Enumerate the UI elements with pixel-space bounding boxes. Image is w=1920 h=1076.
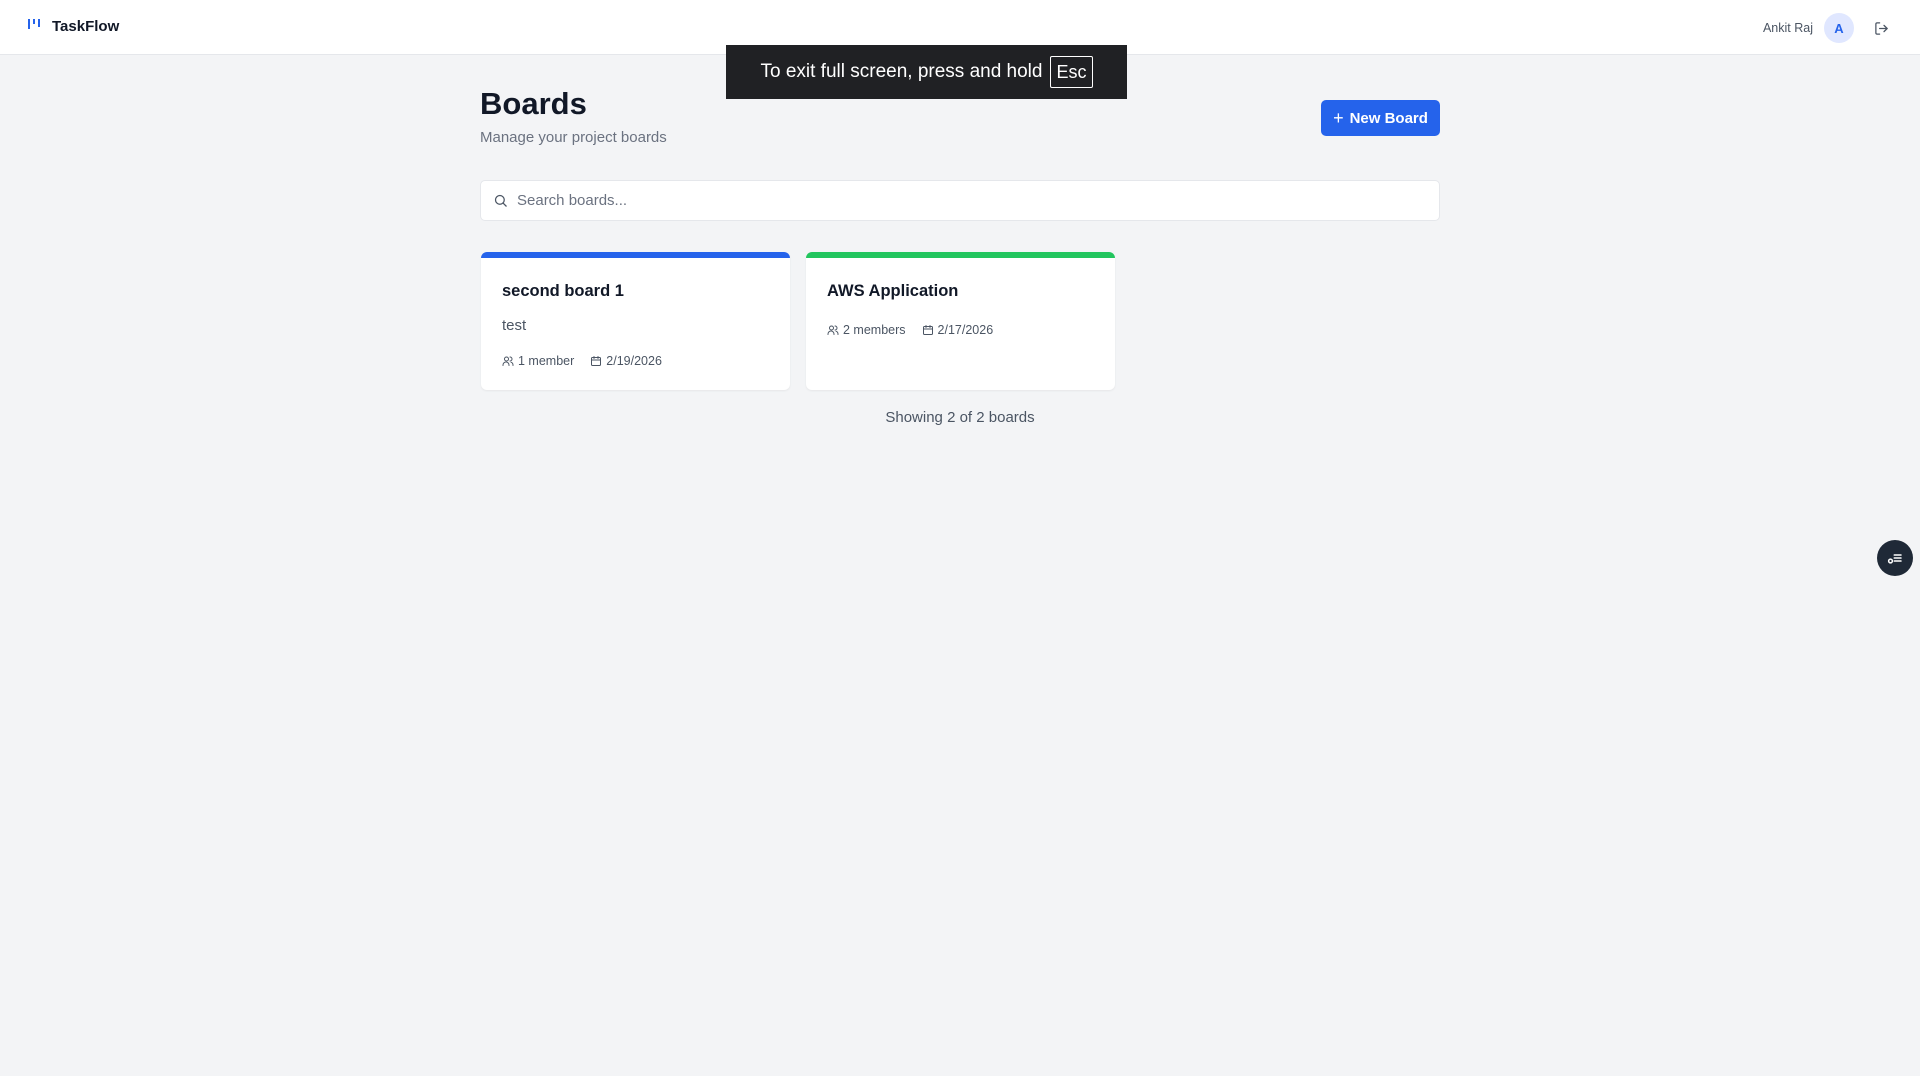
board-card-members: 2 members	[827, 323, 906, 337]
board-logo-icon	[27, 17, 41, 36]
search-input[interactable]	[517, 192, 1417, 209]
board-card-date-text: 2/19/2026	[606, 354, 662, 368]
calendar-icon	[591, 356, 602, 366]
calendar-icon	[922, 325, 933, 335]
board-card-meta: 2 members 2/17/2026	[827, 323, 1009, 337]
user-area: Ankit Raj A	[1763, 13, 1890, 43]
board-card-date: 2/17/2026	[922, 323, 994, 337]
assistant-icon	[1887, 554, 1902, 564]
board-card-members: 1 member	[502, 354, 574, 368]
new-board-label: New Board	[1349, 109, 1428, 127]
users-icon	[502, 356, 514, 366]
boards-count: Showing 2 of 2 boards	[885, 409, 1035, 426]
app-name: TaskFlow	[52, 18, 120, 35]
logout-icon	[1874, 21, 1888, 35]
board-card-date-text: 2/17/2026	[937, 323, 994, 337]
user-name: Ankit Raj	[1762, 21, 1813, 35]
page-title: Boards	[480, 86, 587, 121]
board-card-description: test	[502, 317, 527, 334]
users-icon	[827, 325, 839, 335]
board-card-title: AWS Application	[827, 282, 959, 300]
fullscreen-notice: To exit full screen, press and hold Esc	[726, 45, 1127, 99]
board-card-second-board-1[interactable]: second board 1 test 1 member 2/19/2026	[481, 252, 790, 390]
board-card-members-text: 2 members	[843, 323, 906, 337]
avatar[interactable]: A	[1824, 13, 1854, 43]
board-card-aws-application[interactable]: AWS Application 2 members 2/17/2026	[806, 252, 1115, 390]
assistant-button[interactable]	[1877, 540, 1913, 576]
logout-button[interactable]	[1872, 19, 1890, 37]
board-card-date: 2/19/2026	[590, 354, 662, 368]
plus-icon: +	[1333, 108, 1344, 128]
page-subtitle: Manage your project boards	[480, 129, 667, 146]
fullscreen-notice-text: To exit full screen, press and hold	[760, 61, 1043, 82]
brand[interactable]: TaskFlow	[27, 17, 119, 36]
board-card-accent-bar	[806, 252, 1115, 258]
board-card-members-text: 1 member	[518, 354, 575, 368]
fullscreen-notice-key: Esc	[1050, 56, 1093, 88]
board-card-accent-bar	[481, 252, 790, 258]
search-icon	[494, 194, 507, 207]
board-card-title: second board 1	[502, 282, 624, 300]
new-board-button[interactable]: + New Board	[1321, 100, 1440, 136]
search-bar	[480, 180, 1440, 221]
board-card-meta: 1 member 2/19/2026	[502, 354, 678, 368]
